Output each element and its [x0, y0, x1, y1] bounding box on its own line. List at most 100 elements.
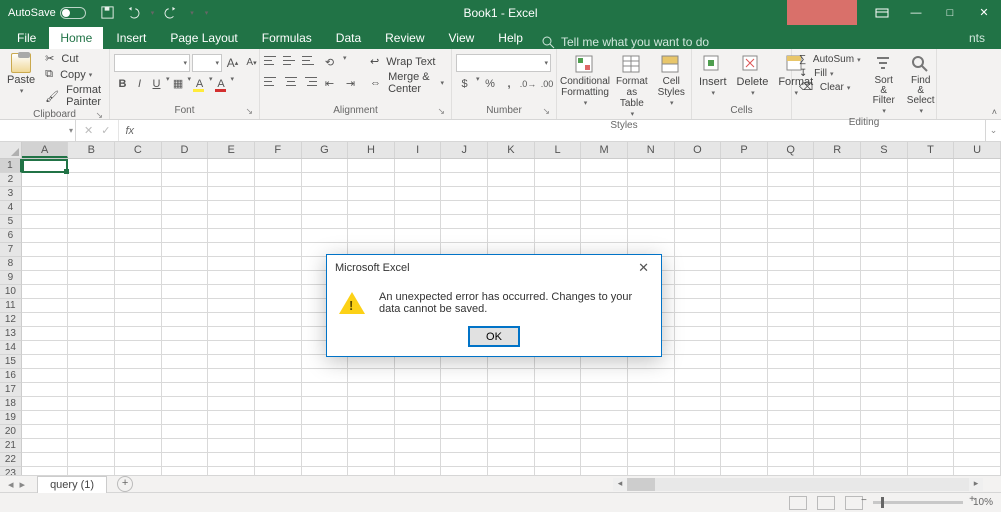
cell[interactable] — [162, 327, 209, 341]
cell[interactable] — [721, 411, 768, 425]
tab-data[interactable]: Data — [325, 27, 372, 49]
cell[interactable] — [581, 425, 628, 439]
cell[interactable] — [628, 159, 675, 173]
select-all-button[interactable] — [0, 142, 22, 158]
column-header[interactable]: D — [162, 142, 209, 158]
cell[interactable] — [115, 257, 162, 271]
cell[interactable] — [208, 285, 255, 299]
cell[interactable] — [22, 229, 69, 243]
cell[interactable] — [628, 397, 675, 411]
cell[interactable] — [768, 243, 815, 257]
cell[interactable] — [488, 159, 535, 173]
row-header[interactable]: 20 — [0, 425, 22, 439]
row-header[interactable]: 13 — [0, 327, 22, 341]
sort-filter-button[interactable]: Sort & Filter▾ — [870, 53, 898, 117]
row-header[interactable]: 22 — [0, 453, 22, 467]
column-header[interactable]: T — [908, 142, 955, 158]
increase-decimal-button[interactable]: .0→ — [520, 75, 537, 92]
cell[interactable] — [22, 453, 69, 467]
cell[interactable] — [22, 285, 69, 299]
cell[interactable] — [581, 201, 628, 215]
cell[interactable] — [861, 257, 908, 271]
cell[interactable] — [861, 201, 908, 215]
decrease-decimal-button[interactable]: .00 — [539, 75, 556, 92]
cell[interactable] — [861, 243, 908, 257]
cell[interactable] — [302, 201, 349, 215]
cell[interactable] — [814, 313, 861, 327]
cell[interactable] — [908, 299, 955, 313]
cell[interactable] — [768, 257, 815, 271]
row-header[interactable]: 16 — [0, 369, 22, 383]
cell[interactable] — [68, 187, 115, 201]
font-name-combo[interactable]: ▾ — [114, 54, 190, 72]
cell[interactable] — [208, 397, 255, 411]
scroll-right-icon[interactable]: ▸ — [969, 478, 983, 491]
cell[interactable] — [22, 299, 69, 313]
cell[interactable] — [22, 341, 69, 355]
cell[interactable] — [208, 467, 255, 475]
cell[interactable] — [208, 313, 255, 327]
row-header[interactable]: 8 — [0, 257, 22, 271]
page-layout-view-button[interactable] — [817, 496, 835, 510]
cell[interactable] — [208, 425, 255, 439]
align-middle-button[interactable] — [283, 54, 298, 67]
cell[interactable] — [22, 257, 69, 271]
column-header[interactable]: E — [208, 142, 255, 158]
row-header[interactable]: 11 — [0, 299, 22, 313]
cell[interactable] — [302, 187, 349, 201]
cell[interactable] — [814, 355, 861, 369]
cell[interactable] — [721, 201, 768, 215]
cell[interactable] — [22, 327, 69, 341]
autosum-button[interactable]: ∑ AutoSum▾ — [796, 53, 864, 66]
cell[interactable] — [721, 397, 768, 411]
fx-label[interactable]: fx — [119, 120, 140, 141]
cell[interactable] — [628, 453, 675, 467]
cell[interactable] — [441, 439, 488, 453]
cell[interactable] — [115, 187, 162, 201]
cell[interactable] — [954, 327, 1001, 341]
cell[interactable] — [535, 453, 582, 467]
cell[interactable] — [441, 411, 488, 425]
cell[interactable] — [348, 439, 395, 453]
cell[interactable] — [488, 355, 535, 369]
cell[interactable] — [115, 369, 162, 383]
cell[interactable] — [208, 355, 255, 369]
close-button[interactable]: ✕ — [967, 0, 1001, 25]
cell[interactable] — [115, 173, 162, 187]
cell[interactable] — [535, 425, 582, 439]
cell[interactable] — [628, 215, 675, 229]
cell[interactable] — [768, 271, 815, 285]
row-header[interactable]: 6 — [0, 229, 22, 243]
cell[interactable] — [22, 243, 69, 257]
cell[interactable] — [675, 383, 722, 397]
undo-icon[interactable] — [125, 5, 140, 20]
cell[interactable] — [68, 257, 115, 271]
cell[interactable] — [908, 187, 955, 201]
redo-icon[interactable] — [164, 5, 179, 20]
cell[interactable] — [814, 257, 861, 271]
cell[interactable] — [162, 229, 209, 243]
row-header[interactable]: 17 — [0, 383, 22, 397]
cell[interactable] — [22, 439, 69, 453]
cell[interactable] — [162, 173, 209, 187]
number-format-combo[interactable]: ▾ — [456, 54, 551, 72]
cell[interactable] — [115, 327, 162, 341]
cell[interactable] — [255, 341, 302, 355]
column-header[interactable]: O — [675, 142, 722, 158]
cell[interactable] — [68, 411, 115, 425]
column-header[interactable]: C — [115, 142, 162, 158]
cell[interactable] — [814, 243, 861, 257]
cell[interactable] — [675, 187, 722, 201]
cell[interactable] — [302, 467, 349, 475]
cell[interactable] — [302, 173, 349, 187]
cell[interactable] — [814, 159, 861, 173]
cell[interactable] — [675, 411, 722, 425]
cell[interactable] — [581, 159, 628, 173]
cell[interactable] — [535, 369, 582, 383]
column-header[interactable]: H — [348, 142, 395, 158]
row-header[interactable]: 9 — [0, 271, 22, 285]
cell[interactable] — [395, 173, 442, 187]
cell[interactable] — [68, 439, 115, 453]
column-header[interactable]: N — [628, 142, 675, 158]
cell[interactable] — [814, 439, 861, 453]
